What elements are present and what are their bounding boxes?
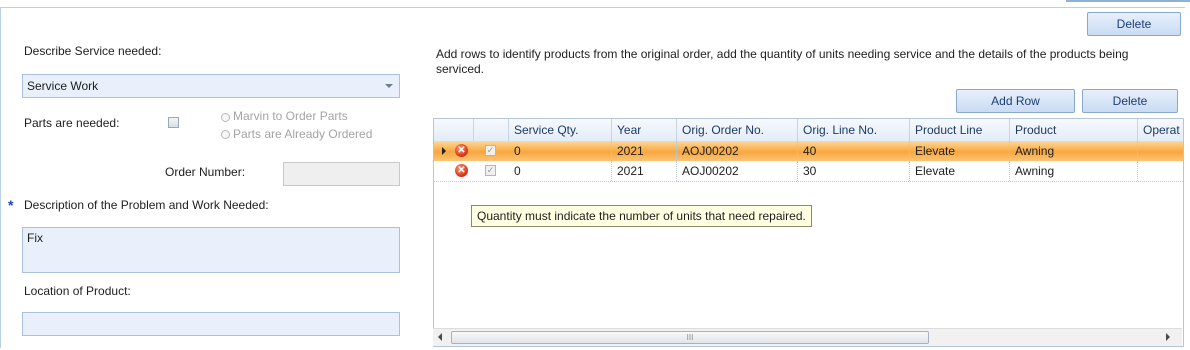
products-grid[interactable]: Service Qty. Year Orig. Order No. Orig. … xyxy=(433,118,1184,347)
header-product-line[interactable]: Product Line xyxy=(910,119,1010,141)
header-product[interactable]: Product xyxy=(1010,119,1138,141)
delete-row-button[interactable]: Delete xyxy=(1082,89,1178,113)
header-orig-order[interactable]: Orig. Order No. xyxy=(677,119,798,141)
cell-operat[interactable] xyxy=(1138,161,1183,181)
instructions-text: Add rows to identify products from the o… xyxy=(436,47,1129,76)
cell-service-qty[interactable]: 0 xyxy=(509,141,612,161)
header-service-qty[interactable]: Service Qty. xyxy=(509,119,612,141)
header-year[interactable]: Year xyxy=(612,119,677,141)
location-field[interactable] xyxy=(22,312,400,336)
validation-tooltip: Quantity must indicate the number of uni… xyxy=(471,205,812,227)
row-checkbox[interactable]: ✓ xyxy=(485,145,496,156)
add-row-button[interactable]: Add Row xyxy=(956,89,1075,113)
top-accent-strip xyxy=(1066,0,1190,2)
cell-product-line[interactable]: Elevate xyxy=(910,141,1010,161)
grid-header: Service Qty. Year Orig. Order No. Orig. … xyxy=(434,119,1183,142)
dropdown-arrow-icon[interactable] xyxy=(385,84,393,88)
description-label: Description of the Problem and Work Need… xyxy=(24,198,269,212)
table-row[interactable]: ✕ ✓ 0 2021 AOJ00202 40 Elevate Awning xyxy=(434,141,1183,161)
header-indicator xyxy=(434,119,474,141)
scroll-right-icon[interactable] xyxy=(1166,333,1170,341)
cell-product-line[interactable]: Elevate xyxy=(910,161,1010,181)
scroll-grip: III xyxy=(686,333,694,342)
order-number-field[interactable] xyxy=(283,162,400,186)
service-type-combo[interactable]: Service Work xyxy=(22,74,400,98)
scrollbar-thumb[interactable]: III xyxy=(451,331,929,344)
cell-orig-line[interactable]: 30 xyxy=(798,161,910,181)
header-orig-line[interactable]: Orig. Line No. xyxy=(798,119,910,141)
required-marker: * xyxy=(8,197,14,213)
header-check xyxy=(474,119,509,141)
delete-row-icon[interactable]: ✕ xyxy=(455,164,468,177)
cell-service-qty[interactable]: 0 xyxy=(509,161,612,181)
cell-orig-order[interactable]: AOJ00202 xyxy=(677,161,798,181)
cell-orig-order[interactable]: AOJ00202 xyxy=(677,141,798,161)
delete-row-icon[interactable]: ✕ xyxy=(455,144,468,157)
order-number-label: Order Number: xyxy=(165,165,246,179)
header-operat[interactable]: Operat xyxy=(1138,119,1183,141)
parts-needed-label: Parts are needed: xyxy=(24,116,120,130)
radio-marvin-order[interactable] xyxy=(221,113,230,122)
parts-needed-checkbox[interactable] xyxy=(168,117,179,128)
service-type-value: Service Work xyxy=(27,79,99,93)
location-label: Location of Product: xyxy=(24,284,131,298)
cell-year[interactable]: 2021 xyxy=(612,161,677,181)
table-row[interactable]: ✕ ✓ 0 2021 AOJ00202 30 Elevate Awning xyxy=(434,161,1183,182)
cell-operat[interactable] xyxy=(1138,141,1183,161)
radio-already-ordered-label: Parts are Already Ordered xyxy=(233,127,373,141)
cell-year[interactable]: 2021 xyxy=(612,141,677,161)
description-textarea[interactable]: Fix xyxy=(22,227,400,273)
cell-product[interactable]: Awning xyxy=(1010,141,1138,161)
row-checkbox[interactable]: ✓ xyxy=(485,165,496,176)
grid-horizontal-scrollbar[interactable]: III xyxy=(433,328,1182,346)
row-pointer-icon xyxy=(442,147,446,155)
cell-orig-line[interactable]: 40 xyxy=(798,141,910,161)
scroll-left-icon[interactable] xyxy=(438,333,442,341)
delete-button-top[interactable]: Delete xyxy=(1087,12,1181,36)
radio-marvin-order-label: Marvin to Order Parts xyxy=(233,109,348,123)
service-label: Describe Service needed: xyxy=(24,44,162,58)
cell-product[interactable]: Awning xyxy=(1010,161,1138,181)
description-value: Fix xyxy=(27,231,43,245)
radio-already-ordered[interactable] xyxy=(221,130,230,139)
